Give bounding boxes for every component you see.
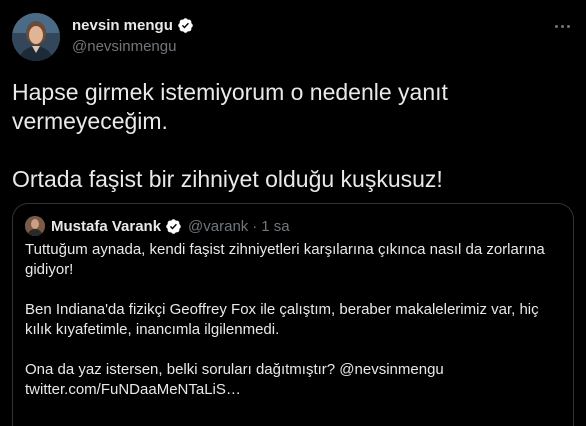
author-handle[interactable]: @nevsinmengu — [72, 38, 176, 55]
author-avatar[interactable] — [12, 13, 60, 61]
quoted-timestamp: 1 sa — [261, 218, 290, 235]
quoted-header: Mustafa Varank @varank · 1 sa — [51, 218, 290, 235]
quoted-text: Tuttuğum aynada, kendi faşist zihniyetle… — [25, 241, 545, 398]
quoted-author-name: Mustafa Varank — [51, 218, 162, 235]
more-options-icon[interactable] — [552, 16, 572, 36]
quoted-author-avatar — [25, 216, 45, 236]
quoted-author-handle: @varank — [188, 218, 249, 235]
verified-badge-icon — [166, 219, 181, 234]
author-name[interactable]: nevsin mengu — [72, 17, 173, 34]
verified-badge-icon — [178, 18, 193, 33]
author-name-row[interactable]: nevsin mengu — [72, 17, 194, 34]
separator-dot: · — [252, 218, 258, 235]
tweet-text: Hapse girmek istemiyorum o nedenle yanıt… — [12, 79, 448, 192]
quoted-tweet[interactable]: Mustafa Varank @varank · 1 sa Tuttuğum a… — [12, 203, 574, 426]
